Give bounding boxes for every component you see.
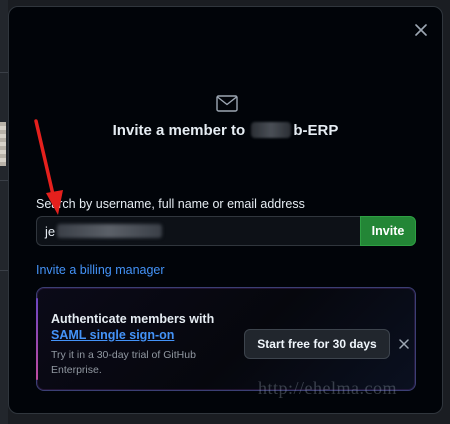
saml-sso-link[interactable]: SAML single sign-on — [51, 328, 174, 342]
annotation-arrow-icon — [34, 119, 63, 215]
close-icon — [415, 24, 427, 36]
dialog-title-suffix: b-ERP — [293, 122, 339, 139]
background-divider — [0, 270, 8, 271]
saml-title: Authenticate members with — [51, 312, 215, 326]
saml-promo-card: Authenticate members with SAML single si… — [36, 287, 416, 391]
saml-description: Try it in a 30-day trial of GitHub Enter… — [51, 349, 196, 376]
start-trial-button[interactable]: Start free for 30 days — [244, 329, 390, 359]
invite-button[interactable]: Invite — [360, 216, 416, 246]
watermark: http://ehelma.com — [258, 378, 397, 398]
search-input[interactable]: je — [36, 216, 360, 246]
redacted-input-text — [57, 224, 163, 238]
close-icon — [399, 339, 409, 349]
background-page — [0, 0, 8, 424]
redacted-org-name — [251, 122, 292, 138]
search-row: je Invite — [36, 216, 416, 246]
dialog-title: Invite a member to b-ERP — [9, 122, 442, 139]
background-divider — [0, 180, 8, 181]
dismiss-promo-button[interactable] — [395, 335, 413, 353]
search-label: Search by username, full name or email a… — [36, 197, 305, 211]
search-input-value: je — [45, 223, 56, 239]
close-dialog-button[interactable] — [410, 19, 432, 41]
invite-member-dialog: Invite a member to b-ERP Search by usern… — [8, 6, 443, 414]
dialog-title-prefix: Invite a member to — [112, 122, 246, 139]
background-avatar — [0, 122, 6, 166]
mail-icon — [216, 95, 238, 112]
background-divider — [0, 72, 8, 73]
invite-billing-manager-link[interactable]: Invite a billing manager — [36, 263, 165, 277]
